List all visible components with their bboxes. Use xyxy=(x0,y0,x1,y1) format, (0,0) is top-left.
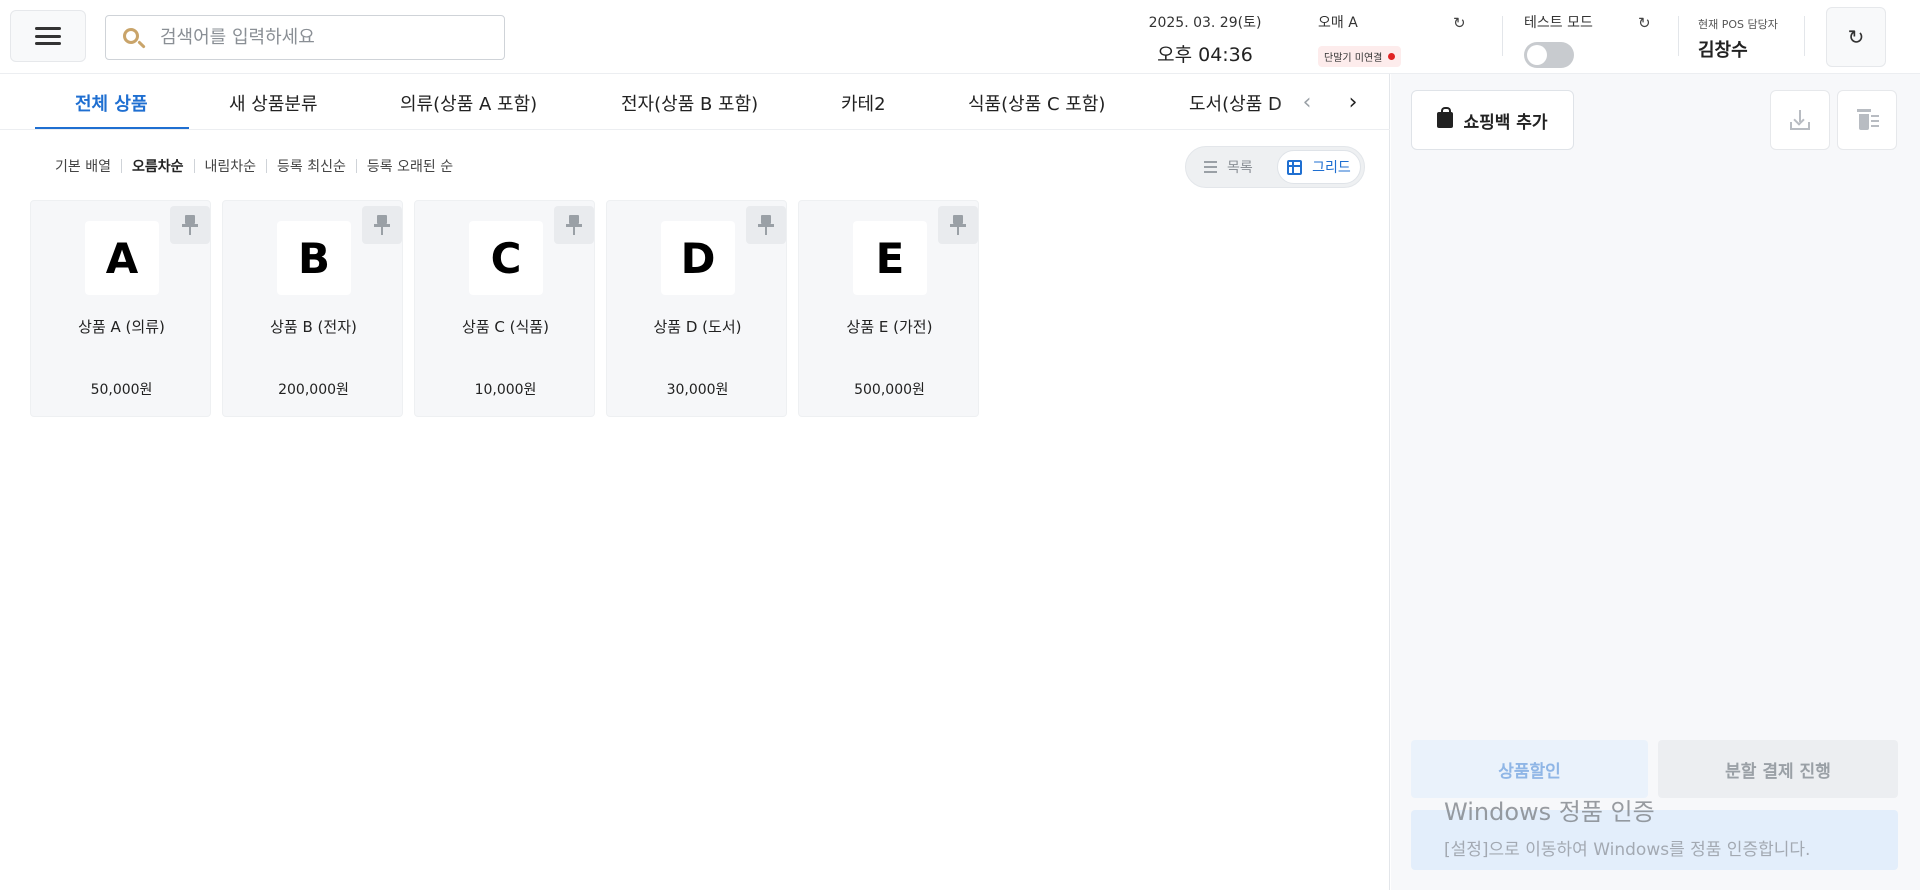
add-shopping-bag-label: 쇼핑백 추가 xyxy=(1463,112,1548,133)
view-toggle: 목록 그리드 xyxy=(1185,146,1365,188)
list-view-button[interactable]: 목록 xyxy=(1204,157,1253,177)
clear-cart-button[interactable] xyxy=(1837,90,1897,150)
divider xyxy=(355,159,357,173)
divider xyxy=(1502,16,1503,56)
list-icon xyxy=(1204,161,1217,173)
sort-newest[interactable]: 등록 최신순 xyxy=(277,156,346,176)
product-card[interactable]: D 상품 D (도서) 30,000원 xyxy=(606,200,787,417)
sort-ascending[interactable]: 오름차순 xyxy=(132,156,184,176)
search-input[interactable] xyxy=(160,27,490,48)
add-shopping-bag-button[interactable]: 쇼핑백 추가 xyxy=(1411,90,1574,150)
grid-view-label: 그리드 xyxy=(1312,160,1351,176)
product-card[interactable]: C 상품 C (식품) 10,000원 xyxy=(414,200,595,417)
category-tabs: 전체 상품 새 상품분류 의류(상품 A 포함) 전자(상품 B 포함) 카테2… xyxy=(0,74,1390,130)
operator-name: 김창수 xyxy=(1698,40,1748,61)
search-icon xyxy=(120,25,146,51)
product-price: 30,000원 xyxy=(666,382,729,398)
operator-label: 현재 POS 담당자 xyxy=(1698,18,1778,31)
tab-clothing[interactable]: 의류(상품 A 포함) xyxy=(400,90,537,116)
product-card[interactable]: A 상품 A (의류) 50,000원 xyxy=(30,200,211,417)
product-name: 상품 B (전자) xyxy=(270,318,357,336)
sort-descending[interactable]: 내림차순 xyxy=(205,156,257,176)
pin-icon xyxy=(950,214,966,236)
product-name: 상품 A (의류) xyxy=(78,318,165,336)
pin-icon xyxy=(566,214,582,236)
pin-button[interactable] xyxy=(938,206,978,244)
product-discount-button[interactable]: 상품할인 xyxy=(1411,740,1648,798)
reload-button[interactable]: ↻ xyxy=(1826,7,1886,67)
test-mode: 테스트 모드 ↻ xyxy=(1524,12,1654,68)
product-name: 상품 E (가전) xyxy=(846,318,933,336)
refresh-icon: ↻ xyxy=(1847,25,1865,49)
menu-button[interactable] xyxy=(10,10,86,62)
terminal-status-badge: 단말기 미연결 xyxy=(1318,46,1402,67)
shopping-bag-icon xyxy=(1437,107,1454,128)
sort-default[interactable]: 기본 배열 xyxy=(55,156,111,176)
chevron-right-icon[interactable]: › xyxy=(1333,82,1373,122)
product-thumbnail: B xyxy=(277,221,351,295)
download-button[interactable] xyxy=(1770,90,1830,150)
pin-button[interactable] xyxy=(362,206,402,244)
chevron-left-icon[interactable]: ‹ xyxy=(1287,82,1327,122)
divider xyxy=(120,159,122,173)
toggle-knob xyxy=(1527,45,1547,65)
product-thumbnail: C xyxy=(469,221,543,295)
product-thumbnail: D xyxy=(661,221,735,295)
pin-icon xyxy=(374,214,390,236)
current-date: 2025. 03. 29(토) xyxy=(1148,15,1262,31)
product-thumbnail: A xyxy=(85,221,159,295)
datetime: 2025. 03. 29(토) 오후 04:36 xyxy=(1130,12,1280,67)
sort-oldest[interactable]: 등록 오래된 순 xyxy=(367,156,453,176)
status-dot-icon xyxy=(1388,53,1396,60)
tab-category-2[interactable]: 카테2 xyxy=(841,90,886,116)
product-name: 상품 C (식품) xyxy=(462,318,549,336)
top-header: 2025. 03. 29(토) 오후 04:36 오매 A ↻ 단말기 미연결 … xyxy=(0,0,1920,74)
divider xyxy=(266,159,268,173)
tab-food[interactable]: 식품(상품 C 포함) xyxy=(968,90,1105,116)
hamburger-icon xyxy=(35,27,61,45)
product-panel: 전체 상품 새 상품분류 의류(상품 A 포함) 전자(상품 B 포함) 카테2… xyxy=(0,74,1390,890)
product-price: 200,000원 xyxy=(278,382,349,398)
operator-info: 현재 POS 담당자 김창수 xyxy=(1698,16,1808,62)
terminal-status-text: 단말기 미연결 xyxy=(1324,53,1383,64)
current-time: 오후 04:36 xyxy=(1157,44,1253,66)
product-card[interactable]: B 상품 B (전자) 200,000원 xyxy=(222,200,403,417)
search-box xyxy=(105,15,505,60)
product-thumbnail: E xyxy=(853,221,927,295)
divider xyxy=(1804,16,1805,56)
sort-options: 기본 배열 오름차순 내림차순 등록 최신순 등록 오래된 순 xyxy=(55,156,453,176)
product-price: 10,000원 xyxy=(474,382,537,398)
test-mode-label: 테스트 모드 xyxy=(1524,15,1593,31)
product-card[interactable]: E 상품 E (가전) 500,000원 xyxy=(798,200,979,417)
tab-electronics[interactable]: 전자(상품 B 포함) xyxy=(621,90,758,116)
list-view-label: 목록 xyxy=(1227,160,1253,176)
divider xyxy=(193,159,195,173)
pin-button[interactable] xyxy=(554,206,594,244)
product-price: 50,000원 xyxy=(90,382,153,398)
divider xyxy=(1678,16,1679,56)
split-payment-button[interactable]: 분할 결제 진행 xyxy=(1658,740,1898,798)
pin-button[interactable] xyxy=(170,206,210,244)
product-price: 500,000원 xyxy=(854,382,925,398)
cart-panel: 쇼핑백 추가 상품할인 분할 결제 진행 xyxy=(1391,74,1920,890)
test-mode-toggle[interactable] xyxy=(1524,42,1574,68)
download-icon xyxy=(1790,110,1810,130)
grid-view-button[interactable]: 그리드 xyxy=(1277,150,1361,184)
grid-icon xyxy=(1287,159,1303,175)
pin-icon xyxy=(758,214,774,236)
test-mode-refresh-icon[interactable]: ↻ xyxy=(1638,14,1651,32)
product-name: 상품 D (도서) xyxy=(653,318,742,336)
store-refresh-icon[interactable]: ↻ xyxy=(1453,14,1466,32)
tab-new-category[interactable]: 새 상품분류 xyxy=(229,90,318,116)
trash-icon xyxy=(1857,109,1879,131)
active-tab-indicator xyxy=(35,127,189,129)
pin-button[interactable] xyxy=(746,206,786,244)
payment-button[interactable] xyxy=(1411,810,1898,870)
pin-icon xyxy=(182,214,198,236)
tab-all-products[interactable]: 전체 상품 xyxy=(75,90,148,116)
store-info: 오매 A ↻ 단말기 미연결 xyxy=(1318,12,1478,67)
